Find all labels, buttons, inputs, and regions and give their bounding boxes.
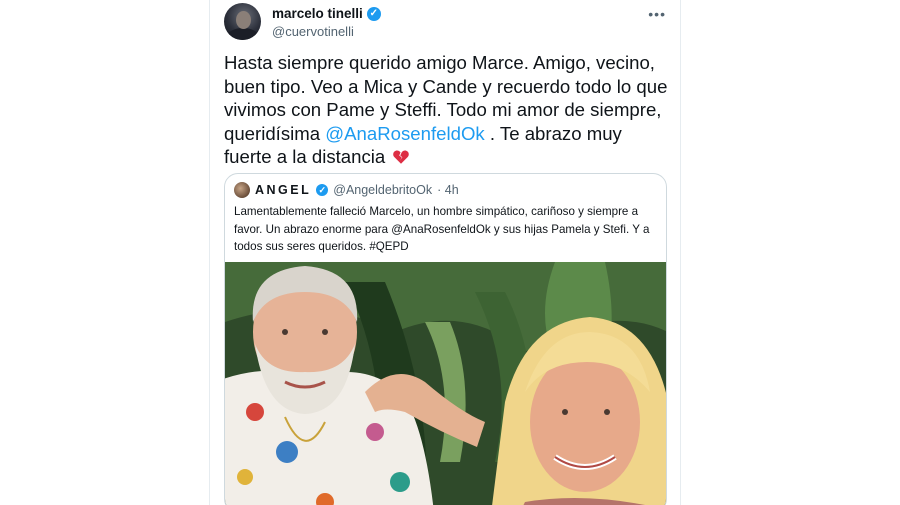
- mention-link[interactable]: @AnaRosenfeldOk: [325, 123, 484, 144]
- quoted-tweet-header: ANGEL ✓ @AngeldebritoOk · 4h: [234, 182, 459, 198]
- photo-illustration: [225, 262, 666, 505]
- quoted-tweet[interactable]: ANGEL ✓ @AngeldebritoOk · 4h Lamentablem…: [224, 173, 667, 505]
- author-name-row[interactable]: marcelo tinelli ✓: [272, 6, 381, 21]
- author-name[interactable]: marcelo tinelli: [272, 6, 363, 21]
- quoted-author-handle: @AngeldebritoOk: [333, 183, 433, 197]
- quoted-tweet-text: Lamentablemente falleció Marcelo, un hom…: [234, 205, 650, 253]
- quoted-author-name: ANGEL: [255, 183, 312, 197]
- verified-badge-icon: ✓: [316, 184, 329, 196]
- avatar-shoulder-shape: [227, 28, 259, 40]
- quoted-author-avatar: [234, 182, 250, 198]
- avatar-face-shape: [236, 11, 251, 29]
- author-handle[interactable]: @cuervotinelli: [272, 24, 354, 39]
- tweet-card[interactable]: marcelo tinelli ✓ @cuervotinelli ••• Has…: [209, 0, 681, 505]
- verified-badge-icon: ✓: [366, 6, 381, 21]
- broken-heart-icon: [393, 150, 410, 164]
- quoted-tweet-time: · 4h: [437, 183, 459, 197]
- author-avatar[interactable]: [224, 3, 261, 40]
- quoted-tweet-photo[interactable]: [225, 262, 666, 505]
- more-options-icon[interactable]: •••: [648, 6, 666, 22]
- tweet-text: Hasta siempre querido amigo Marce. Amigo…: [224, 51, 669, 169]
